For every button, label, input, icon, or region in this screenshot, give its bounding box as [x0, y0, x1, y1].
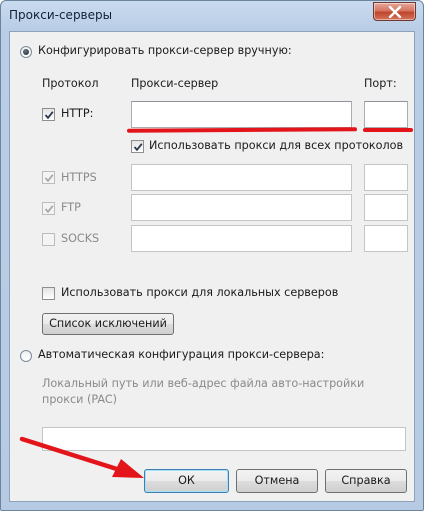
https-port-input[interactable] — [364, 164, 408, 191]
pac-description: Локальный путь или веб-адрес файла авто-… — [42, 377, 365, 406]
ftp-port-input[interactable] — [364, 194, 408, 221]
checkmark-icon — [44, 111, 54, 120]
checkmark-icon — [44, 174, 54, 183]
ftp-checkbox[interactable] — [42, 202, 55, 215]
https-checkbox[interactable] — [42, 171, 55, 184]
window-title: Прокси-серверы — [9, 8, 113, 22]
protocol-header: Протокол — [42, 77, 99, 90]
cancel-button[interactable]: Отмена — [236, 469, 318, 493]
ftp-label: FTP — [61, 201, 81, 214]
use-for-all-label[interactable]: Использовать прокси для всех протоколов — [149, 139, 403, 152]
proxy-server-header: Прокси-сервер — [131, 77, 219, 90]
manual-config-radio[interactable] — [20, 46, 32, 58]
ftp-server-input[interactable] — [131, 194, 352, 221]
socks-checkbox[interactable] — [42, 233, 55, 246]
auto-config-radio[interactable] — [20, 350, 32, 362]
checkmark-icon — [133, 143, 143, 152]
annotation-underline-port — [363, 128, 413, 132]
http-server-input[interactable] — [131, 101, 352, 128]
socks-label: SOCKS — [61, 232, 100, 245]
manual-config-label[interactable]: Конфигурировать прокси-сервер вручную: — [38, 44, 292, 57]
close-button[interactable] — [373, 2, 416, 21]
use-for-all-checkbox[interactable] — [131, 140, 144, 153]
use-for-local-checkbox[interactable] — [42, 287, 55, 300]
proxy-servers-window: Прокси-серверы Конфигурировать прокси-се… — [0, 0, 424, 511]
https-server-input[interactable] — [131, 164, 352, 191]
annotation-underline-server — [126, 127, 358, 133]
socks-port-input[interactable] — [364, 225, 408, 252]
http-port-input[interactable] — [364, 101, 408, 128]
ok-button[interactable]: ОК — [144, 469, 229, 493]
use-for-local-label[interactable]: Использовать прокси для локальных сервер… — [61, 286, 338, 299]
annotation-arrow-icon — [19, 436, 144, 478]
http-label: HTTP: — [61, 107, 94, 120]
http-checkbox[interactable] — [42, 108, 55, 121]
checkmark-icon — [44, 205, 54, 214]
dialog-client-area: Конфигурировать прокси-сервер вручную: П… — [9, 31, 415, 502]
close-icon — [388, 6, 402, 18]
title-bar[interactable]: Прокси-серверы — [1, 1, 423, 31]
exceptions-list-button[interactable]: Список исключений — [42, 313, 174, 335]
auto-config-label[interactable]: Автоматическая конфигурация прокси-серве… — [38, 348, 324, 361]
port-header: Порт: — [364, 77, 397, 90]
https-label: HTTPS — [61, 171, 97, 184]
socks-server-input[interactable] — [131, 225, 352, 252]
help-button[interactable]: Справка — [325, 469, 407, 493]
